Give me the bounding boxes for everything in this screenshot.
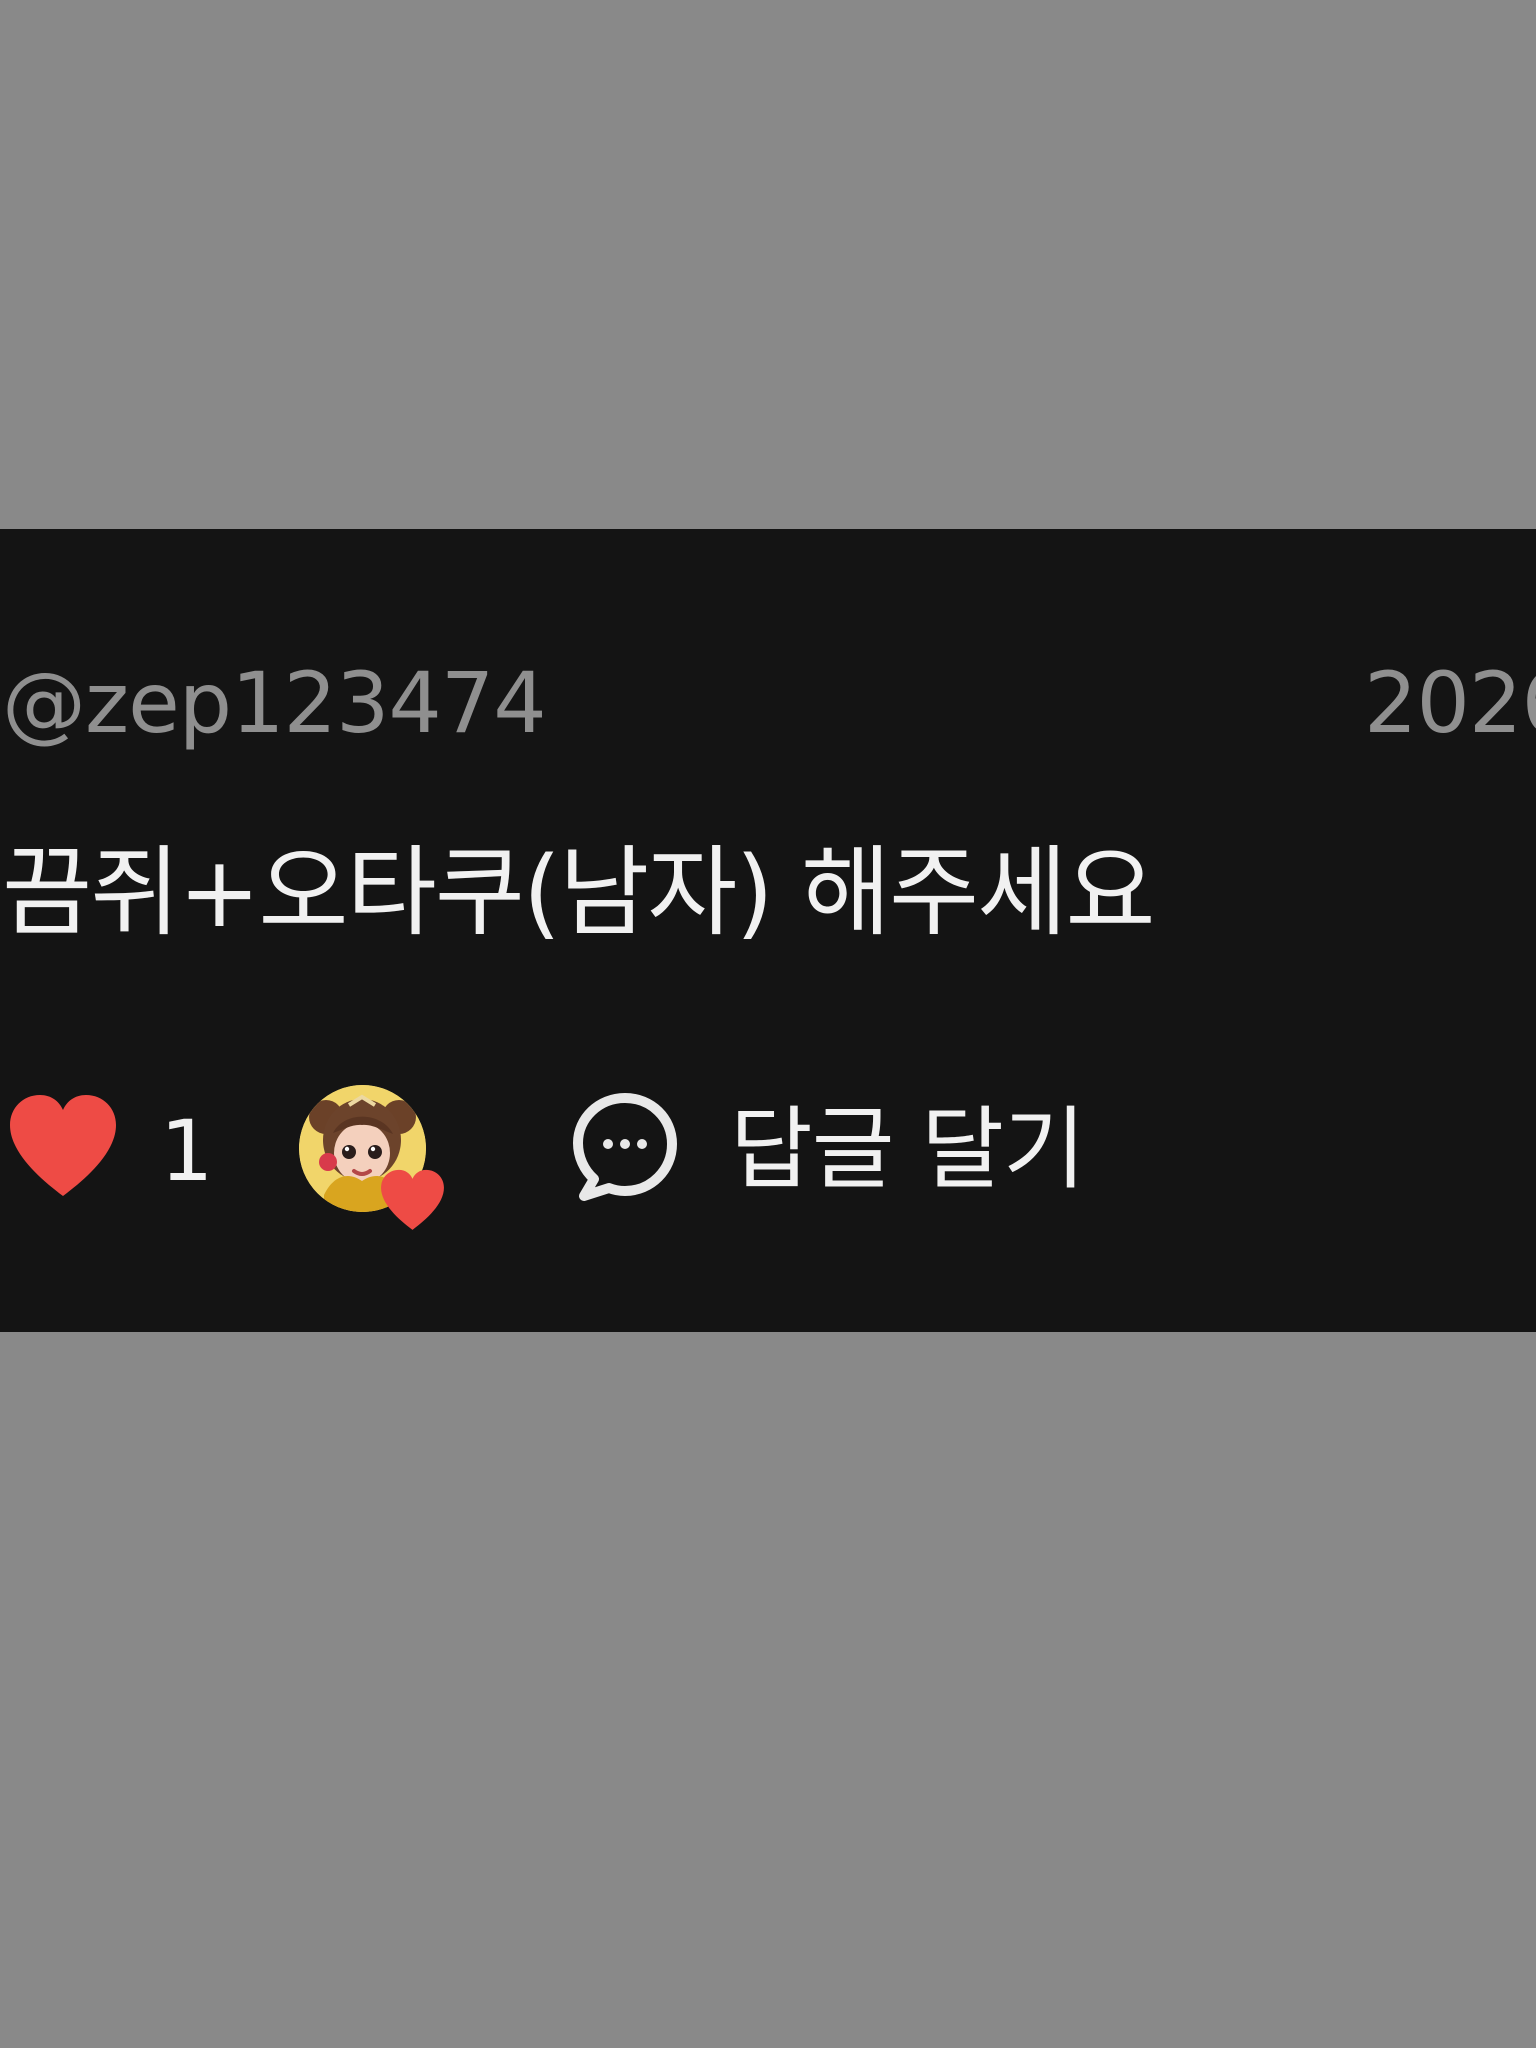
heart-icon [10, 1095, 116, 1196]
reply-label: 답글 달기 [730, 1097, 1086, 1202]
like-button[interactable] [0, 1085, 130, 1215]
comment-text: 끔쥐+오타쿠(남자) 해주세요 [2, 836, 1155, 950]
like-count: 1 [160, 1102, 214, 1200]
creator-heart-badge [299, 1085, 454, 1235]
reply-button[interactable]: 답글 달기 [570, 1085, 1086, 1225]
comment-author[interactable]: @zep123474 [2, 655, 547, 751]
heart-icon [381, 1169, 444, 1230]
comment-actions: 1 답글 달기 [0, 1085, 1536, 1235]
comment-timestamp: 2026 [1364, 654, 1536, 752]
chat-bubble-icon [573, 1093, 677, 1201]
